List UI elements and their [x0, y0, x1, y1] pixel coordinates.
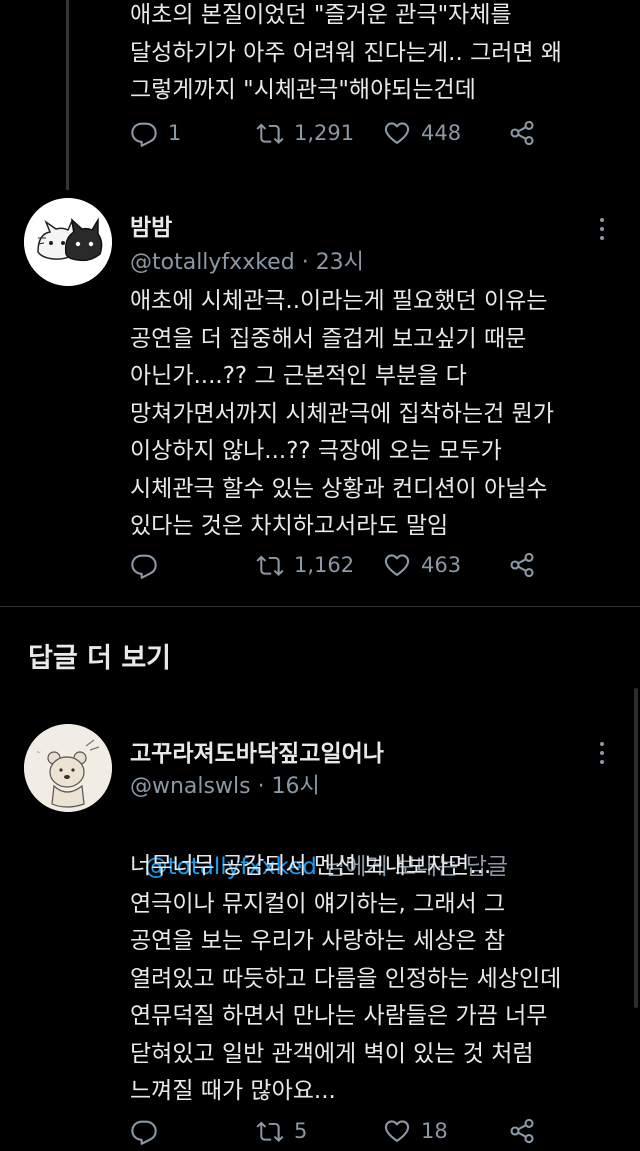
retweet-count: 1,291 — [294, 121, 355, 145]
reply-button[interactable] — [130, 1111, 158, 1151]
like-button[interactable]: 448 — [383, 113, 461, 153]
reply-count: 1 — [168, 121, 182, 145]
like-icon — [383, 119, 411, 147]
avatar[interactable]: ~ — [24, 724, 112, 812]
retweet-count: 1,162 — [294, 553, 355, 577]
share-button[interactable] — [508, 113, 536, 153]
retweet-icon — [256, 1117, 284, 1145]
svg-text:~: ~ — [36, 749, 41, 756]
like-count: 463 — [421, 553, 462, 577]
handle-time-line: @totallyfxxked · 23시 — [130, 244, 364, 276]
more-icon — [600, 742, 604, 746]
reply-button[interactable]: 1 — [130, 113, 181, 153]
share-icon — [508, 551, 536, 579]
retweet-icon — [256, 551, 284, 579]
display-name[interactable]: 밤밤 — [130, 208, 172, 242]
tweet-text: 애초의 본질이었던 "즐거운 관극"자체를 달성하기가 아주 어려워 진다는게.… — [130, 2, 563, 103]
retweet-button[interactable]: 5 — [256, 1111, 307, 1151]
retweet-count: 5 — [294, 1119, 308, 1143]
handle-time-line: @wnalswls · 16시 — [130, 768, 320, 800]
like-icon — [383, 551, 411, 579]
tweet-actions: 1 1,291 448 — [130, 113, 570, 153]
like-icon — [383, 1117, 411, 1145]
display-name[interactable]: 고꾸라져도바닥짚고일어나 — [130, 734, 384, 768]
user-handle[interactable]: @totallyfxxked — [130, 250, 295, 275]
share-icon — [508, 1117, 536, 1145]
like-button[interactable]: 463 — [383, 545, 461, 585]
tweet-actions: 1,162 463 — [130, 545, 570, 585]
like-button[interactable]: 18 — [383, 1111, 448, 1151]
user-handle[interactable]: @wnalswls — [130, 774, 251, 799]
reply-icon — [130, 119, 158, 147]
tweet-text: 너무너무 공감되서 멘션 보내보자면... 연극이나 뮤지컬이 얘기하는, 그래… — [130, 853, 562, 1104]
reply-icon — [130, 1117, 158, 1145]
share-button[interactable] — [508, 1111, 536, 1151]
section-divider — [0, 606, 640, 607]
like-count: 18 — [421, 1119, 448, 1143]
thread-connector-line — [66, 0, 69, 190]
separator-dot: · — [257, 774, 265, 799]
share-icon — [508, 119, 536, 147]
share-button[interactable] — [508, 545, 536, 585]
separator-dot: · — [301, 250, 309, 275]
reply-icon — [130, 551, 158, 579]
reply-button[interactable] — [130, 545, 158, 585]
more-options-button[interactable] — [592, 214, 612, 244]
avatar-cats-illustration — [24, 198, 112, 286]
avatar[interactable] — [24, 198, 112, 286]
timestamp[interactable]: 23시 — [316, 250, 364, 275]
tweet-text: 애초에 시체관극..이라는게 필요했던 이유는 공연을 더 집중해서 즐겁게 보… — [130, 288, 554, 539]
tweet-actions: 5 18 — [130, 1111, 570, 1151]
more-icon — [600, 218, 604, 222]
retweet-button[interactable]: 1,162 — [256, 545, 354, 585]
scrollbar[interactable] — [634, 688, 638, 1008]
more-options-button[interactable] — [592, 738, 612, 768]
more-replies-heading[interactable]: 답글 더 보기 — [28, 636, 171, 675]
retweet-icon — [256, 119, 284, 147]
like-count: 448 — [421, 121, 462, 145]
avatar-bear-illustration: ~ — [24, 724, 112, 812]
timestamp[interactable]: 16시 — [272, 774, 320, 799]
retweet-button[interactable]: 1,291 — [256, 113, 354, 153]
